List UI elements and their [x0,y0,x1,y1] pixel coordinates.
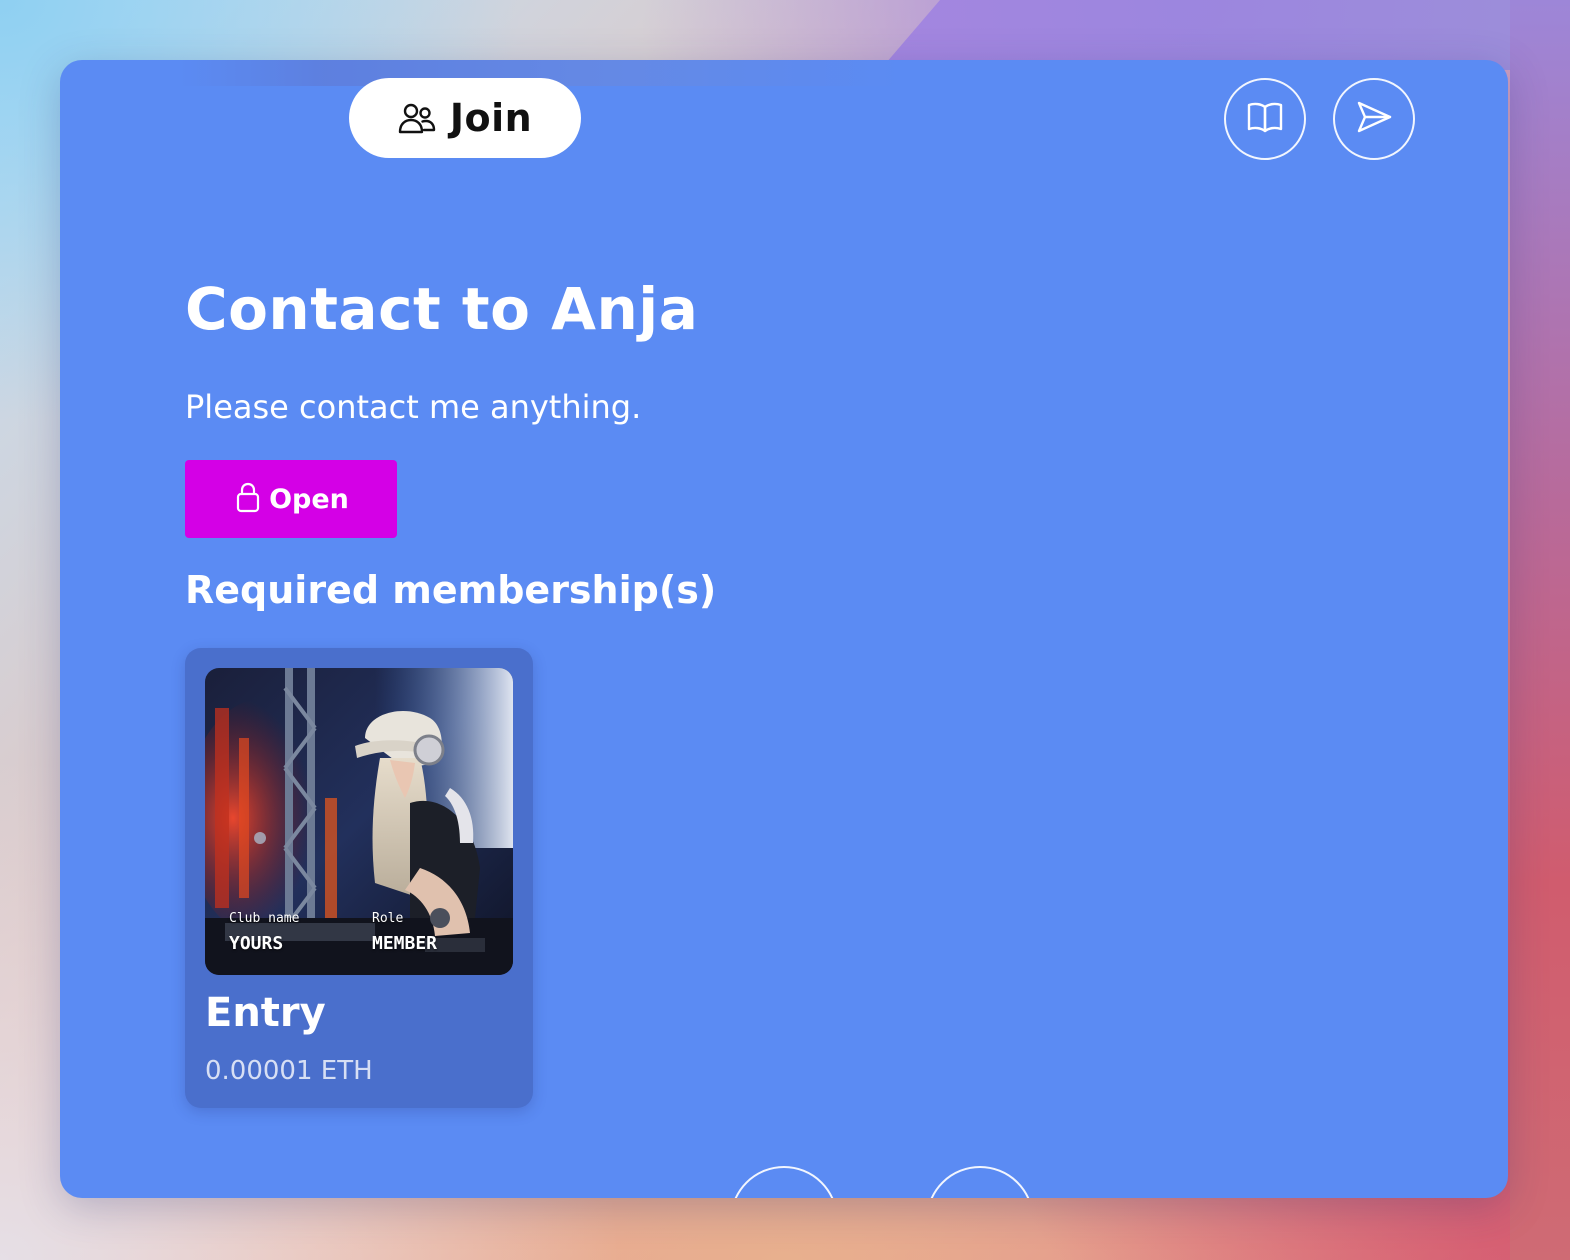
role-label: Role [372,911,404,926]
role-value: MEMBER [372,933,438,954]
bottom-nav-button-right[interactable] [926,1166,1034,1198]
page-title: Contact to Anja [185,275,699,343]
join-button[interactable]: Join [349,78,581,158]
membership-image: Club name YOURS Role MEMBER [205,668,513,975]
book-open-icon [1246,100,1284,138]
join-button-label: Join [449,96,533,140]
club-name-label: Club name [229,911,300,926]
page-description: Please contact me anything. [185,388,642,426]
bottom-nav-button-left[interactable] [730,1166,838,1198]
open-button[interactable]: Open [185,460,397,538]
users-icon [398,101,436,135]
send-icon [1355,100,1393,138]
send-button[interactable] [1333,78,1415,160]
membership-name: Entry [205,990,326,1036]
background-accent-right [1510,0,1570,1260]
contact-page-card: Join Contact to Anja Please contact me a… [60,60,1508,1198]
required-memberships-heading: Required membership(s) [185,568,717,612]
open-button-label: Open [269,483,349,515]
membership-price: 0.00001 ETH [205,1056,373,1086]
club-name-value: YOURS [229,933,284,954]
lock-icon [233,481,263,517]
guide-book-button[interactable] [1224,78,1306,160]
membership-card[interactable]: Club name YOURS Role MEMBER Entry 0.0000… [185,648,533,1108]
